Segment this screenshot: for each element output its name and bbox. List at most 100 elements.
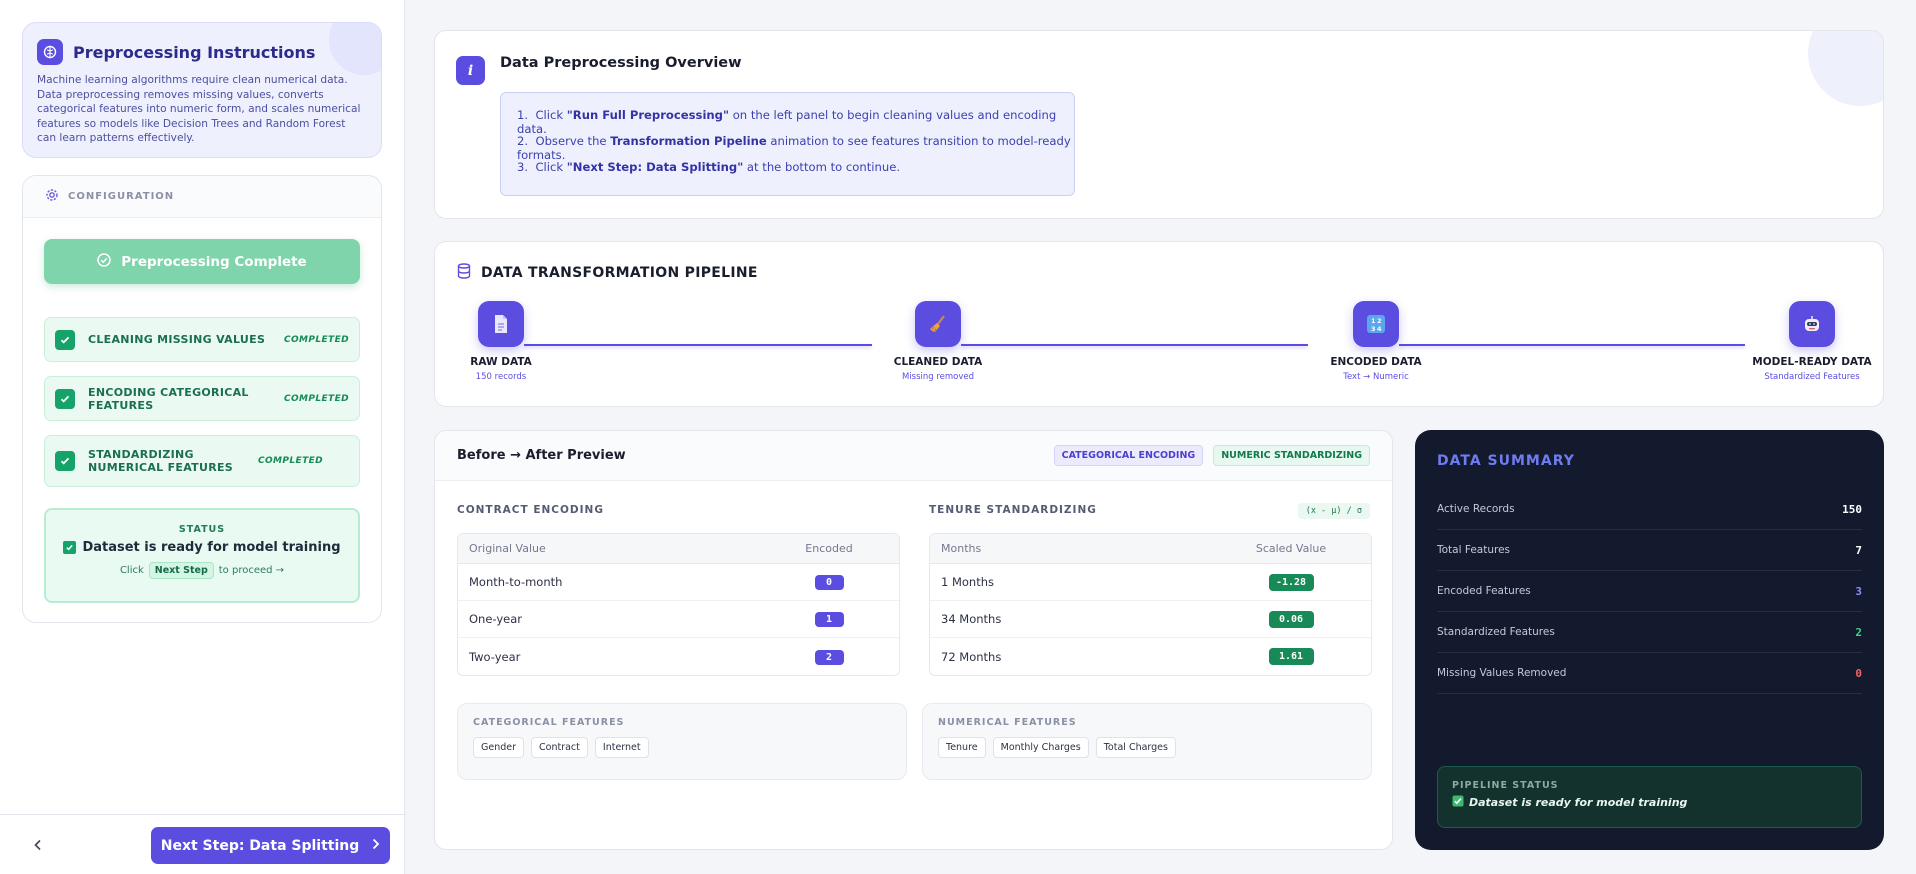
status-hint-prefix: Click [119,565,144,576]
svg-text:1: 1 [1371,317,1376,325]
feature-chip: Gender [473,737,525,758]
summary-row: Total Features 7 [1437,530,1862,571]
instructions-text: Machine learning algorithms require clea… [37,74,361,145]
check-icon [1452,795,1464,810]
stage-sub: Text → Numeric [1343,372,1409,382]
summary-value: 7 [1855,543,1862,557]
stage-label: CLEANED DATA [893,356,983,368]
summary-label: Active Records [1437,503,1515,515]
summary-label: Total Features [1437,544,1511,556]
feature-chip: Internet [594,737,649,758]
feature-chip: Tenure [938,737,986,758]
tag-categorical-encoding: CATEGORICAL ENCODING [1053,445,1204,466]
chevron-right-icon [371,838,380,854]
pipeline-title: DATA TRANSFORMATION PIPELINE [481,265,758,281]
step-status: COMPLETED [283,393,349,404]
info-icon: i [456,56,485,85]
column-header: Months [941,542,982,555]
overview-steps: 1. Click "Run Full Preprocessing" on the… [500,92,1075,196]
next-step-button[interactable]: Next Step: Data Splitting [151,827,390,864]
check-circle-icon [97,252,112,271]
summary-label: Missing Values Removed [1437,667,1567,679]
overview-title: Data Preprocessing Overview [500,55,742,71]
brain-icon [37,39,63,65]
summary-row: Standardized Features 2 [1437,612,1862,653]
encoded-badge: 2 [814,649,844,665]
scaled-badge: 0.06 [1268,610,1314,628]
database-icon [457,263,471,283]
summary-row: Encoded Features 3 [1437,571,1862,612]
stage-model-ready-data: MODEL-READY DATA Standardized Features [1746,301,1878,382]
configuration-card: CONFIGURATION Preprocessing Complete CLE… [22,175,382,623]
summary-row: Missing Values Removed 0 [1437,653,1862,694]
instructions-card: Preprocessing Instructions Machine learn… [22,22,382,158]
status-hint-suffix: to proceed → [218,565,285,576]
status-caption: STATUS [178,524,226,535]
stage-raw-data: RAW DATA 150 records [441,301,561,382]
pipeline-connector [961,344,1308,346]
column-header: Original Value [469,542,546,555]
table-row: One-year 1 [458,601,899,638]
categorical-features-title: CATEGORICAL FEATURES [473,717,625,728]
stage-cleaned-data: CLEANED DATA Missing removed [878,301,998,382]
original-value: One-year [469,612,523,626]
summary-value: 3 [1855,584,1862,598]
overview-step: 1. Click "Run Full Preprocessing" on the… [517,108,1057,136]
pipeline-status-message: Dataset is ready for model training [1469,796,1688,809]
original-value: Two-year [469,649,521,664]
left-panel: Preprocessing Instructions Machine learn… [0,0,405,874]
feature-chip: Contract [531,737,588,758]
checkbox-icon [63,541,77,554]
svg-text:3: 3 [1371,325,1376,333]
numbers-icon: 1234 [1353,301,1399,347]
gear-icon [45,187,59,206]
svg-text:4: 4 [1377,325,1382,333]
column-header: Scaled Value [1255,542,1327,555]
step-standardizing-numerical: STANDARDIZING NUMERICAL FEATURES COMPLET… [44,435,360,487]
back-button[interactable] [28,835,48,855]
summary-label: Encoded Features [1437,585,1531,597]
z-score-formula: (x - μ) / σ [1297,503,1370,519]
table-header: Original Value Encoded [458,534,899,564]
table-row: Two-year 2 [458,638,899,675]
stage-label: RAW DATA [470,356,532,368]
contract-encoding-table: Original Value Encoded Month-to-month 0 … [457,533,900,676]
table-row: Month-to-month 0 [458,564,899,601]
checkbox-icon [55,451,75,471]
overview-step: 3. Click "Next Step: Data Splitting" at … [517,160,901,174]
scaled-badge: 1.61 [1268,648,1314,665]
checkbox-icon [55,388,75,409]
stage-label: ENCODED DATA [1330,356,1422,368]
table-row: 34 Months 0.06 [930,601,1371,638]
summary-title: DATA SUMMARY [1437,453,1575,469]
preprocessing-complete-label: Preprocessing Complete [121,253,307,270]
next-step-label: Next Step: Data Splitting [160,837,360,854]
summary-value: 0 [1855,666,1862,680]
summary-value: 150 [1842,502,1862,516]
tenure-standardizing-table: Months Scaled Value 1 Months -1.28 34 Mo… [929,533,1372,676]
checkbox-icon [55,329,75,350]
numerical-features-box: NUMERICAL FEATURES Tenure Monthly Charge… [922,703,1372,780]
encoded-badge: 1 [814,612,844,627]
column-header: Encoded [805,542,853,555]
configuration-title: CONFIGURATION [68,191,175,202]
broom-icon [915,301,961,347]
step-encoding-categorical: ENCODING CATEGORICAL FEATURES COMPLETED [44,376,360,421]
chevron-left-icon [33,836,43,855]
numerical-features-title: NUMERICAL FEATURES [938,717,1077,728]
summary-label: Standardized Features [1437,626,1555,638]
original-value: 34 Months [941,612,1002,626]
original-value: 1 Months [941,575,995,589]
encoded-badge: 0 [814,575,844,590]
tenure-standardizing-title: TENURE STANDARDIZING [929,504,1097,516]
pipeline-card: DATA TRANSFORMATION PIPELINE RAW DATA 15… [434,241,1884,407]
tag-numeric-standardizing: NUMERIC STANDARDIZING [1213,445,1370,466]
feature-chip: Total Charges [1095,737,1176,758]
step-status: COMPLETED [258,456,324,466]
status-message: Dataset is ready for model training [82,540,341,555]
original-value: Month-to-month [469,575,563,589]
pipeline-connector [1399,344,1745,346]
table-row: 72 Months 1.61 [930,638,1371,675]
preprocessing-complete-button[interactable]: Preprocessing Complete [44,239,360,284]
contract-encoding-title: CONTRACT ENCODING [457,504,604,516]
